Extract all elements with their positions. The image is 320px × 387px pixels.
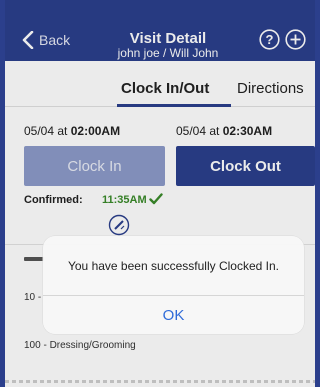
alert-ok-button[interactable]: OK <box>43 296 304 334</box>
alert-message: You have been successfully Clocked In. <box>67 259 280 273</box>
success-alert: You have been successfully Clocked In. O… <box>43 236 304 334</box>
app-frame: Back Visit Detail john joe / Will John ?… <box>0 0 320 387</box>
